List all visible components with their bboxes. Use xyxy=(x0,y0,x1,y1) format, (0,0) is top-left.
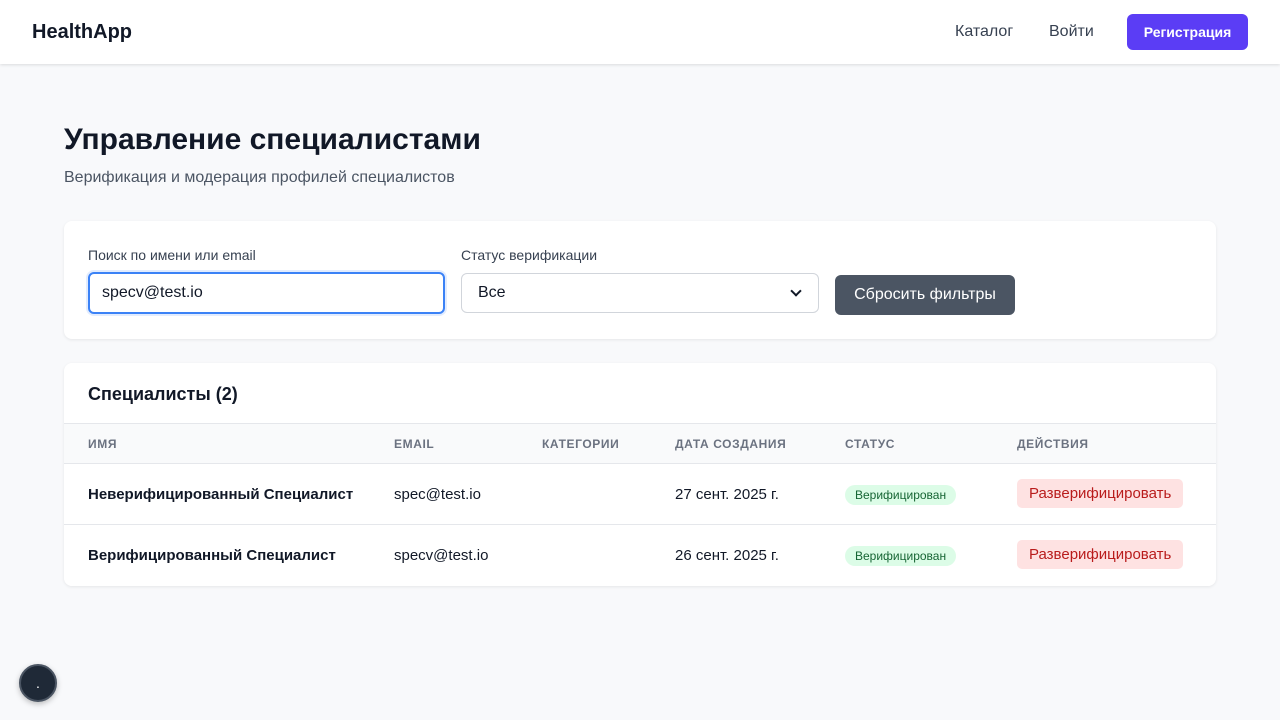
nav-link-login[interactable]: Войти xyxy=(1049,22,1094,42)
status-badge: Верифицирован xyxy=(845,546,957,566)
column-header-actions: Действия xyxy=(1017,437,1089,451)
unverify-button[interactable]: Разверифицировать xyxy=(1017,479,1184,508)
top-navbar: HealthApp Каталог Войти Регистрация xyxy=(0,0,1280,64)
cell-created: 27 сент. 2025 г. xyxy=(675,486,779,503)
table-row: Неверифицированный Специалист spec@test.… xyxy=(64,464,1216,525)
column-header-created: Дата создания xyxy=(675,437,787,451)
brand-logo[interactable]: HealthApp xyxy=(32,20,132,44)
status-filter-value: Все xyxy=(478,284,506,301)
page-subtitle: Верификация и модерация профилей специал… xyxy=(64,169,455,186)
unverify-button[interactable]: Разверифицировать xyxy=(1017,540,1184,569)
column-header-categories: Категории xyxy=(542,437,620,451)
chevron-down-icon xyxy=(790,285,802,297)
cell-name: Верифицированный Специалист xyxy=(88,547,336,564)
table-row: Верифицированный Специалист specv@test.i… xyxy=(64,525,1216,586)
fab-label: . xyxy=(36,675,40,691)
cell-email: specv@test.io xyxy=(394,547,489,564)
column-header-status: Статус xyxy=(845,437,896,451)
status-badge: Верифицирован xyxy=(845,485,957,505)
status-filter-label: Статус верификации xyxy=(461,247,598,263)
column-header-email: Email xyxy=(394,437,435,451)
status-filter-select[interactable]: Все xyxy=(461,273,819,313)
floating-action-button[interactable]: . xyxy=(19,664,57,702)
cell-created: 26 сент. 2025 г. xyxy=(675,547,779,564)
specialists-table-card: Специалисты (2) Имя Email Категории Дата… xyxy=(64,363,1216,586)
cell-name: Неверифицированный Специалист xyxy=(88,486,354,503)
search-label: Поиск по имени или email xyxy=(88,247,256,263)
column-header-name: Имя xyxy=(88,437,118,451)
table-title: Специалисты (2) xyxy=(88,384,238,404)
cell-email: spec@test.io xyxy=(394,486,481,503)
nav-link-catalog[interactable]: Каталог xyxy=(955,22,1013,42)
table-header: Имя Email Категории Дата создания Статус… xyxy=(64,423,1216,464)
search-input[interactable] xyxy=(88,272,445,314)
filters-card: Поиск по имени или email Статус верифика… xyxy=(64,221,1216,339)
register-button[interactable]: Регистрация xyxy=(1127,14,1248,50)
page-title: Управление специалистами xyxy=(64,123,481,156)
reset-filters-button[interactable]: Сбросить фильтры xyxy=(835,275,1015,315)
